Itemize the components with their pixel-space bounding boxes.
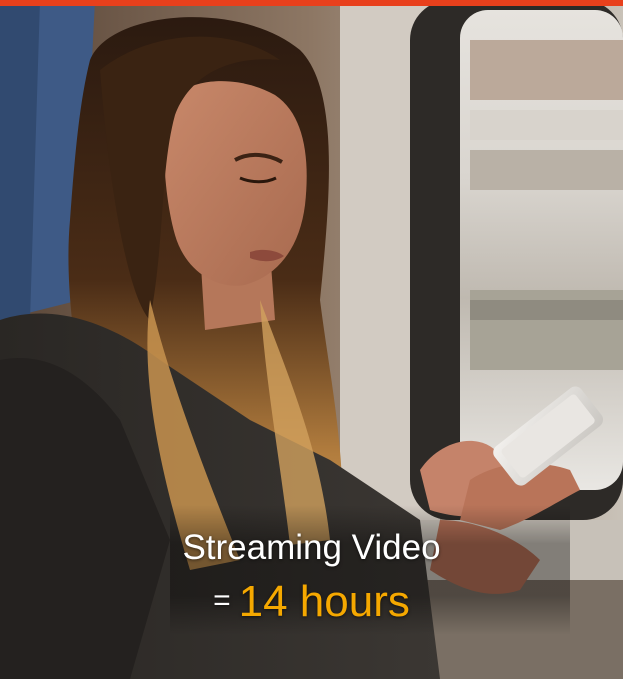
- caption-value: = 14 hours: [0, 577, 623, 626]
- hours-highlight: 14 hours: [238, 577, 410, 626]
- accent-bar: [0, 0, 623, 6]
- slide-frame: Streaming Video = 14 hours: [0, 0, 623, 679]
- caption-title: Streaming Video: [182, 528, 441, 567]
- equals-sign: =: [213, 584, 231, 617]
